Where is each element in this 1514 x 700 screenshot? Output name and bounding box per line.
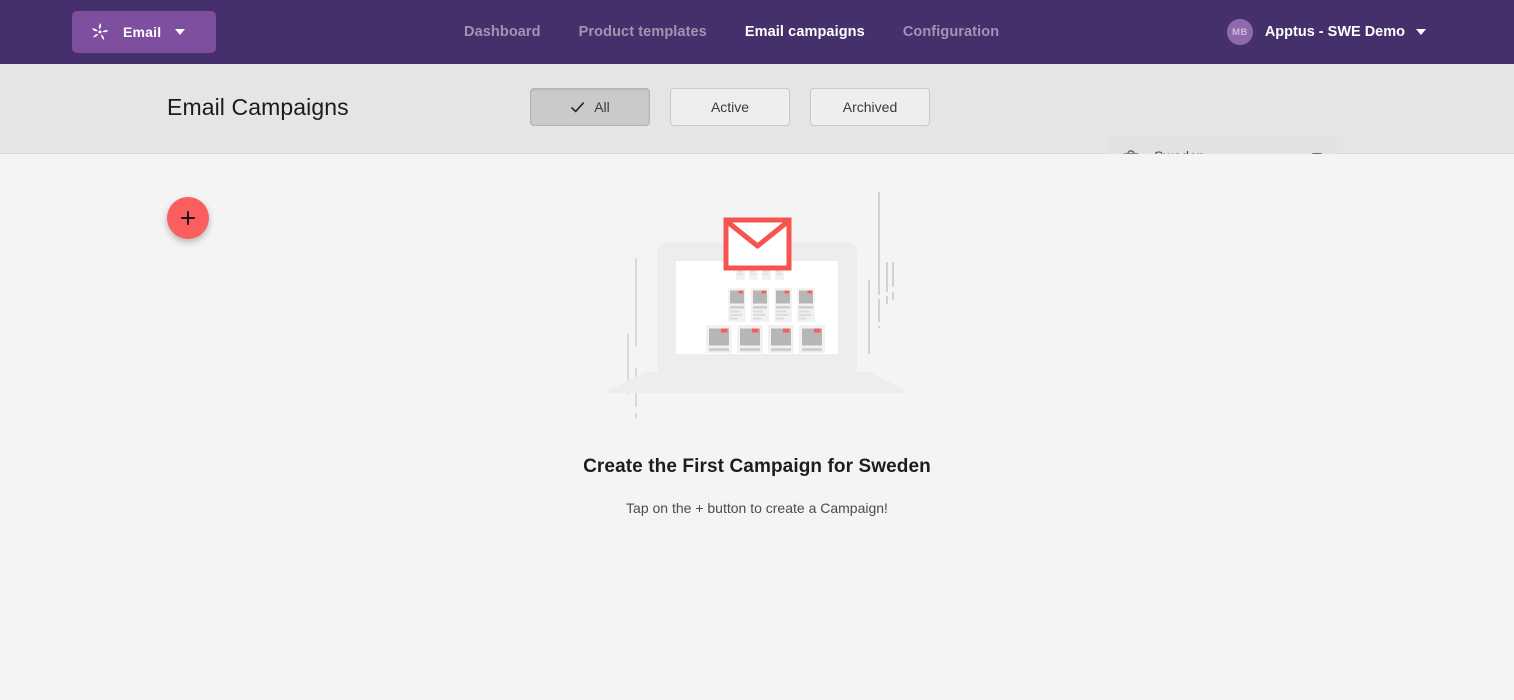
app-switcher-button[interactable]: Email bbox=[72, 11, 216, 53]
campaign-filter-tabs: All Active Archived bbox=[530, 88, 930, 126]
account-menu[interactable]: MB Apptus - SWE Demo bbox=[1226, 0, 1426, 64]
filter-tab-all[interactable]: All bbox=[530, 88, 650, 126]
account-name: Apptus - SWE Demo bbox=[1264, 24, 1405, 40]
filter-tab-active-label: Active bbox=[710, 99, 750, 115]
top-navigation-bar: Email Dashboard Product templates Email … bbox=[0, 0, 1514, 68]
page-title: Email Campaigns bbox=[167, 94, 349, 120]
nav-item-email-campaigns[interactable]: Email campaigns bbox=[726, 24, 884, 40]
avatar: MB bbox=[1226, 19, 1253, 45]
chevron-down-icon bbox=[175, 29, 186, 35]
filter-tab-archived[interactable]: Archived bbox=[810, 88, 930, 126]
nav-item-dashboard[interactable]: Dashboard bbox=[445, 24, 560, 40]
pinwheel-logo-icon bbox=[92, 23, 109, 40]
laptop-email-campaign-illustration bbox=[609, 192, 905, 418]
page-subheader: Email Campaigns All Active Archived Swed… bbox=[0, 64, 1514, 239]
empty-state-subtitle: Tap on the + button to create a Campaign… bbox=[626, 500, 888, 516]
filter-tab-archived-label: Archived bbox=[842, 99, 898, 115]
main-navigation: Dashboard Product templates Email campai… bbox=[445, 0, 1018, 64]
empty-state: Create the First Campaign for Sweden Tap… bbox=[0, 182, 1514, 516]
filter-tab-all-label: All bbox=[594, 99, 610, 115]
plus-icon bbox=[181, 211, 195, 225]
check-icon bbox=[571, 101, 585, 112]
nav-item-product-templates[interactable]: Product templates bbox=[560, 24, 726, 40]
campaign-list-area: Create the First Campaign for Sweden Tap… bbox=[0, 154, 1514, 700]
add-campaign-button[interactable] bbox=[167, 197, 209, 239]
filter-tab-active[interactable]: Active bbox=[670, 88, 790, 126]
empty-state-title: Create the First Campaign for Sweden bbox=[583, 456, 931, 477]
chevron-down-icon bbox=[1416, 29, 1426, 35]
app-switcher-label: Email bbox=[123, 24, 162, 40]
nav-item-configuration[interactable]: Configuration bbox=[884, 24, 1018, 40]
